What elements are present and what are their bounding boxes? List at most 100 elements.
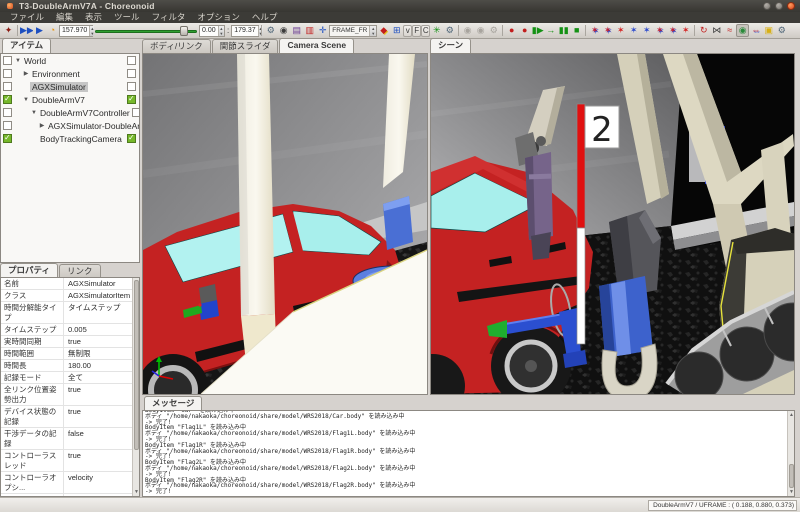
item-checkbox-left[interactable] (3, 69, 12, 78)
tree-item-row[interactable]: ▼ DoubleArmV7Controller (1, 106, 139, 119)
property-value[interactable]: true (63, 336, 132, 347)
menu-item[interactable]: ツール (108, 12, 146, 23)
move-to-origin-icon[interactable]: ✶ (588, 24, 601, 37)
spin-arrows-icon[interactable]: ▲▼ (218, 26, 224, 36)
view-tab[interactable]: Camera Scene (279, 38, 354, 53)
tree-item-row[interactable]: ▼ DoubleArmV7 (1, 93, 139, 106)
item-checkbox-right[interactable] (132, 108, 140, 117)
camera-icon[interactable]: ◉ (277, 24, 290, 37)
property-value[interactable]: 無制限 (63, 348, 132, 359)
item-checkbox-right[interactable] (127, 95, 136, 104)
scene-wrench-icon[interactable]: ⚙ (443, 24, 456, 37)
close-button[interactable] (787, 2, 795, 10)
move-axes-icon[interactable]: ✛ (316, 24, 329, 37)
resume-icon[interactable]: → (544, 24, 557, 37)
body-box-icon[interactable]: ▣ (762, 24, 775, 37)
expand-arrow-icon[interactable]: ▼ (22, 97, 30, 103)
item-label[interactable]: AGXSimulator-DoubleArmV7 (46, 121, 140, 131)
world-globe-icon[interactable]: ◉ (736, 24, 749, 37)
expand-arrow-icon[interactable]: ▼ (14, 58, 22, 64)
spin-arrows-icon[interactable]: ▲▼ (89, 26, 94, 36)
expand-arrow-icon[interactable]: ▶ (22, 70, 30, 77)
media-view-icon[interactable]: ▤ (290, 24, 303, 37)
record-icon[interactable]: ● (505, 24, 518, 37)
maximize-button[interactable] (775, 2, 783, 10)
config-wrench-icon[interactable]: ⚙ (775, 24, 788, 37)
collision-toggle-button[interactable]: C (421, 25, 430, 37)
wireframe-toggle-button[interactable]: F (412, 25, 421, 37)
property-value[interactable]: true (63, 384, 132, 405)
camera-disabled-icon[interactable]: ◉ (461, 24, 474, 37)
record-alt-icon[interactable]: ● (518, 24, 531, 37)
tab-message[interactable]: メッセージ (144, 396, 202, 411)
tree-item-row[interactable]: ▶ Environment (1, 67, 139, 80)
tab-scene[interactable]: シーン (430, 38, 471, 53)
menu-item[interactable]: フィルタ (146, 12, 192, 23)
time-resolution-spinbox[interactable]: 157.970 ▲▼ (59, 25, 93, 37)
grid-icon[interactable]: ⊞ (390, 24, 403, 37)
minimize-button[interactable] (763, 2, 771, 10)
flag-pole[interactable] (577, 104, 585, 344)
view-tab[interactable]: ボディ/リンク (142, 39, 211, 53)
item-checkbox-left[interactable] (3, 108, 12, 117)
menu-item[interactable]: ヘルプ (246, 12, 284, 23)
property-value[interactable]: false (63, 428, 132, 449)
time-slider[interactable] (95, 25, 197, 37)
update-pose-icon[interactable]: ✶ (679, 24, 692, 37)
scene-view[interactable]: 2 (430, 53, 795, 395)
item-checkbox-right[interactable] (127, 56, 136, 65)
end-time-spinbox[interactable]: 179.37 ▲▼ (231, 25, 259, 37)
property-value[interactable]: AGXSimulatorItem (63, 290, 132, 301)
scene-canvas[interactable]: 2 (431, 54, 794, 394)
current-time-spinbox[interactable]: 0.00 ▲▼ (199, 25, 225, 37)
property-value[interactable]: true (63, 450, 132, 471)
item-label[interactable]: Environment (30, 69, 82, 79)
kinematics-wrench-icon[interactable]: ⚙ (264, 24, 277, 37)
expand-arrow-icon[interactable]: ▶ (38, 122, 46, 129)
item-checkbox-left[interactable] (3, 134, 12, 143)
realtime-clock-icon[interactable]: ◔ (46, 24, 59, 37)
property-value[interactable]: 180.00 (63, 360, 132, 371)
item-label[interactable]: AGXSimulator (30, 82, 88, 92)
menu-item[interactable]: 表示 (79, 12, 108, 23)
tree-item-row[interactable]: ▼ World (1, 54, 139, 67)
flag-marker-icon[interactable]: ◆ (377, 24, 390, 37)
trajectory-icon[interactable]: ≈ (723, 24, 736, 37)
property-value[interactable]: true (63, 406, 132, 427)
item-checkbox-left[interactable] (3, 82, 12, 91)
vertex-toggle-button[interactable]: v (403, 25, 412, 37)
property-value[interactable]: velocity (63, 472, 132, 493)
item-checkbox-right[interactable] (127, 69, 136, 78)
tab-items[interactable]: アイテム (2, 38, 51, 53)
simulation-start-icon[interactable]: ▶▶ (20, 24, 33, 37)
wrench-disabled-icon[interactable]: ⚙ (487, 24, 500, 37)
menu-item[interactable]: 編集 (50, 12, 79, 23)
simulation-restart-icon[interactable]: ↻ (697, 24, 710, 37)
menu-item[interactable]: ファイル (4, 12, 50, 23)
symmetric-pose-icon[interactable]: ✶ (627, 24, 640, 37)
property-tab[interactable]: プロパティ (0, 263, 58, 278)
menu-item[interactable]: オプション (191, 12, 246, 23)
render-mode-icon[interactable]: ✳ (430, 24, 443, 37)
item-label[interactable]: DoubleArmV7 (30, 95, 87, 105)
play-from-start-icon[interactable]: ▮▶ (531, 24, 544, 37)
property-value[interactable]: 全て (63, 372, 132, 383)
message-scrollbar[interactable]: ▲ ▼ (787, 411, 794, 496)
item-checkbox-right[interactable] (127, 134, 136, 143)
property-tab[interactable]: リンク (59, 264, 101, 278)
tree-item-row[interactable]: BodyTrackingCamera (1, 132, 139, 145)
standard-pose-icon[interactable]: ✶ (614, 24, 627, 37)
left-pose-icon[interactable]: ✶ (666, 24, 679, 37)
camera-scene-canvas[interactable] (143, 54, 427, 394)
symmetric-flip-icon[interactable]: ✶ (640, 24, 653, 37)
tree-item-row[interactable]: AGXSimulator (1, 80, 139, 93)
view-tab[interactable]: 関節スライダ (212, 39, 279, 53)
combo-arrows-icon[interactable]: ▲▼ (369, 26, 376, 36)
camera-scene-view[interactable] (142, 53, 428, 395)
graph-link-icon[interactable]: ⋈ (710, 24, 723, 37)
item-checkbox-left[interactable] (3, 95, 12, 104)
simulation-play-icon[interactable]: ▶ (33, 24, 46, 37)
flag-number-sign[interactable]: 2 (585, 106, 619, 150)
property-value[interactable]: タイムステップ (63, 302, 132, 323)
item-label[interactable]: World (22, 56, 48, 66)
